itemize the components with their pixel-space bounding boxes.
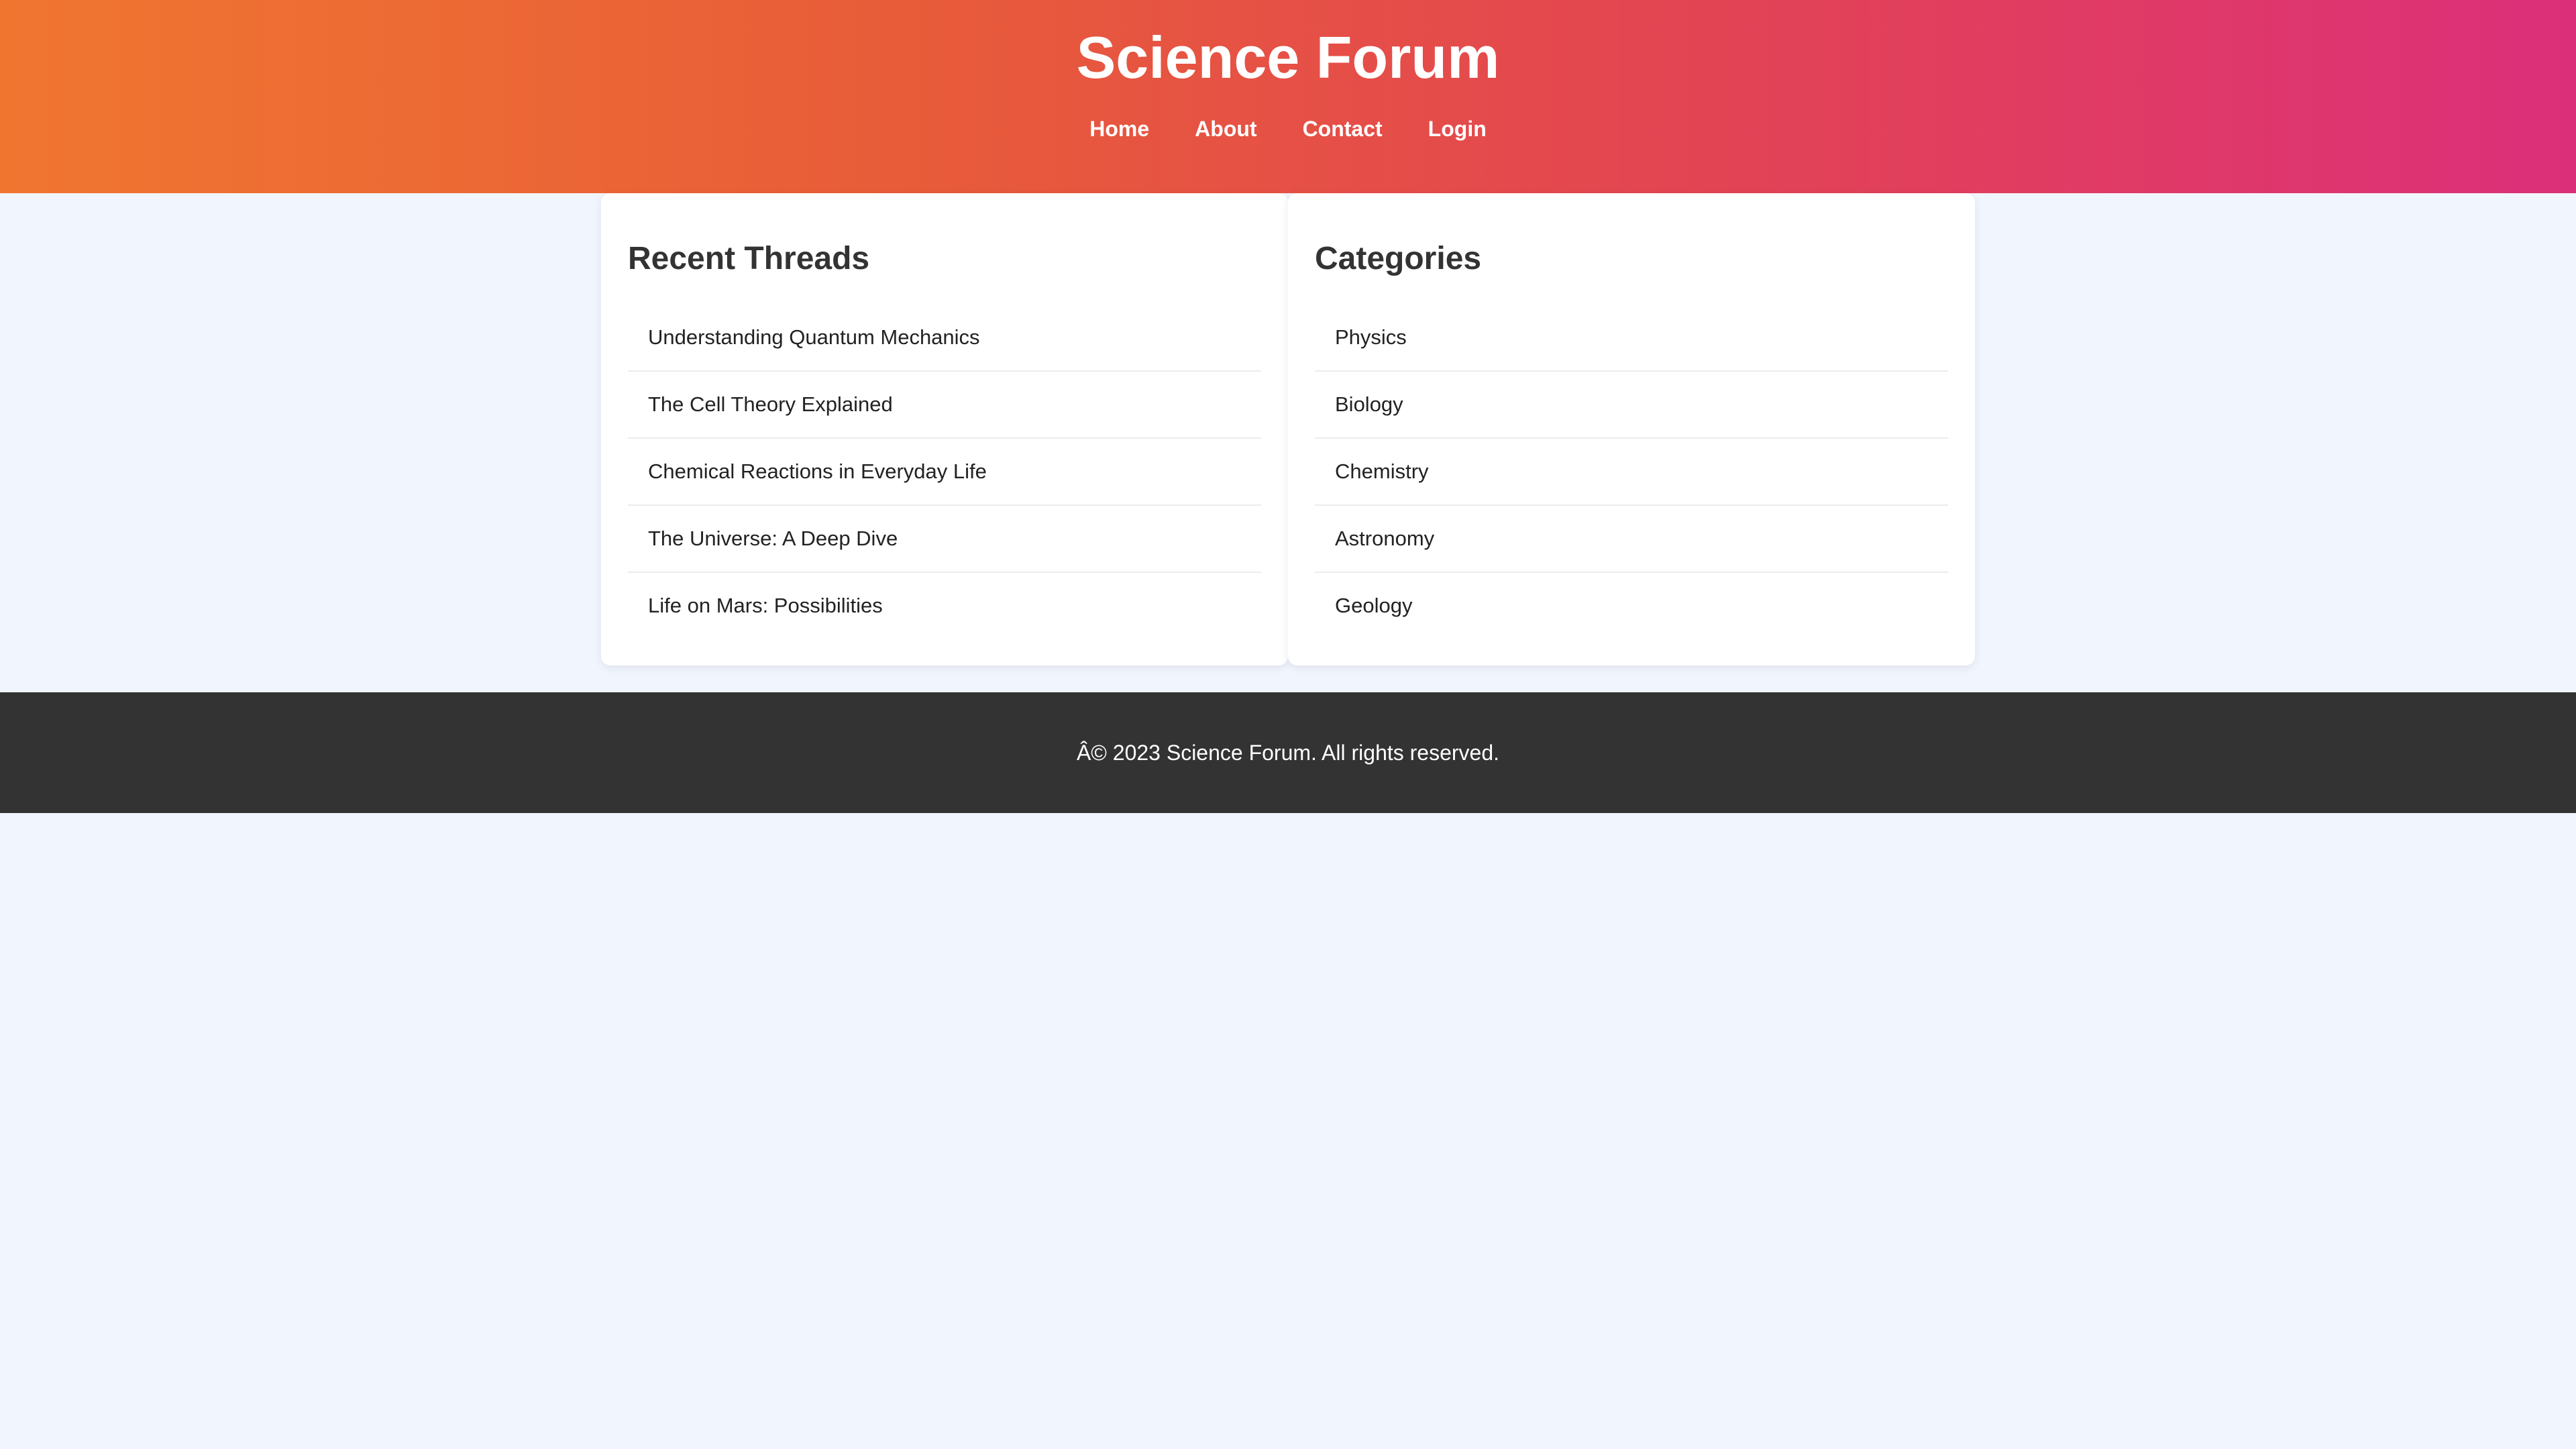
category-item[interactable]: Astronomy [1315, 506, 1948, 573]
footer-copyright: Â© 2023 Science Forum. All rights reserv… [1076, 740, 1500, 765]
recent-threads-title: Recent Threads [628, 241, 870, 276]
recent-threads-list: Understanding Quantum Mechanics The Cell… [628, 305, 1261, 639]
nav-link-login[interactable]: Login [1405, 115, 1509, 142]
categories-list: Physics Biology Chemistry Astronomy Geol… [1315, 305, 1948, 639]
site-header: Science Forum Home About Contact Login [0, 0, 2576, 193]
main-nav: Home About Contact Login [0, 115, 2576, 142]
thread-item[interactable]: The Universe: A Deep Dive [628, 506, 1261, 573]
category-item[interactable]: Physics [1315, 305, 1948, 372]
thread-item[interactable]: Understanding Quantum Mechanics [628, 305, 1261, 372]
category-item[interactable]: Geology [1315, 573, 1948, 639]
category-item[interactable]: Chemistry [1315, 439, 1948, 506]
recent-threads-card: Recent Threads Understanding Quantum Mec… [601, 193, 1288, 665]
nav-link-contact[interactable]: Contact [1280, 115, 1405, 142]
thread-item[interactable]: Chemical Reactions in Everyday Life [628, 439, 1261, 506]
categories-card: Categories Physics Biology Chemistry Ast… [1288, 193, 1975, 665]
nav-link-about[interactable]: About [1172, 115, 1279, 142]
thread-item[interactable]: Life on Mars: Possibilities [628, 573, 1261, 639]
category-item[interactable]: Biology [1315, 372, 1948, 439]
site-footer: Â© 2023 Science Forum. All rights reserv… [0, 692, 2576, 813]
main-content: Recent Threads Understanding Quantum Mec… [601, 193, 1975, 692]
thread-item[interactable]: The Cell Theory Explained [628, 372, 1261, 439]
categories-title: Categories [1315, 241, 1482, 276]
site-title: Science Forum [1076, 24, 1500, 91]
nav-link-home[interactable]: Home [1067, 115, 1172, 142]
